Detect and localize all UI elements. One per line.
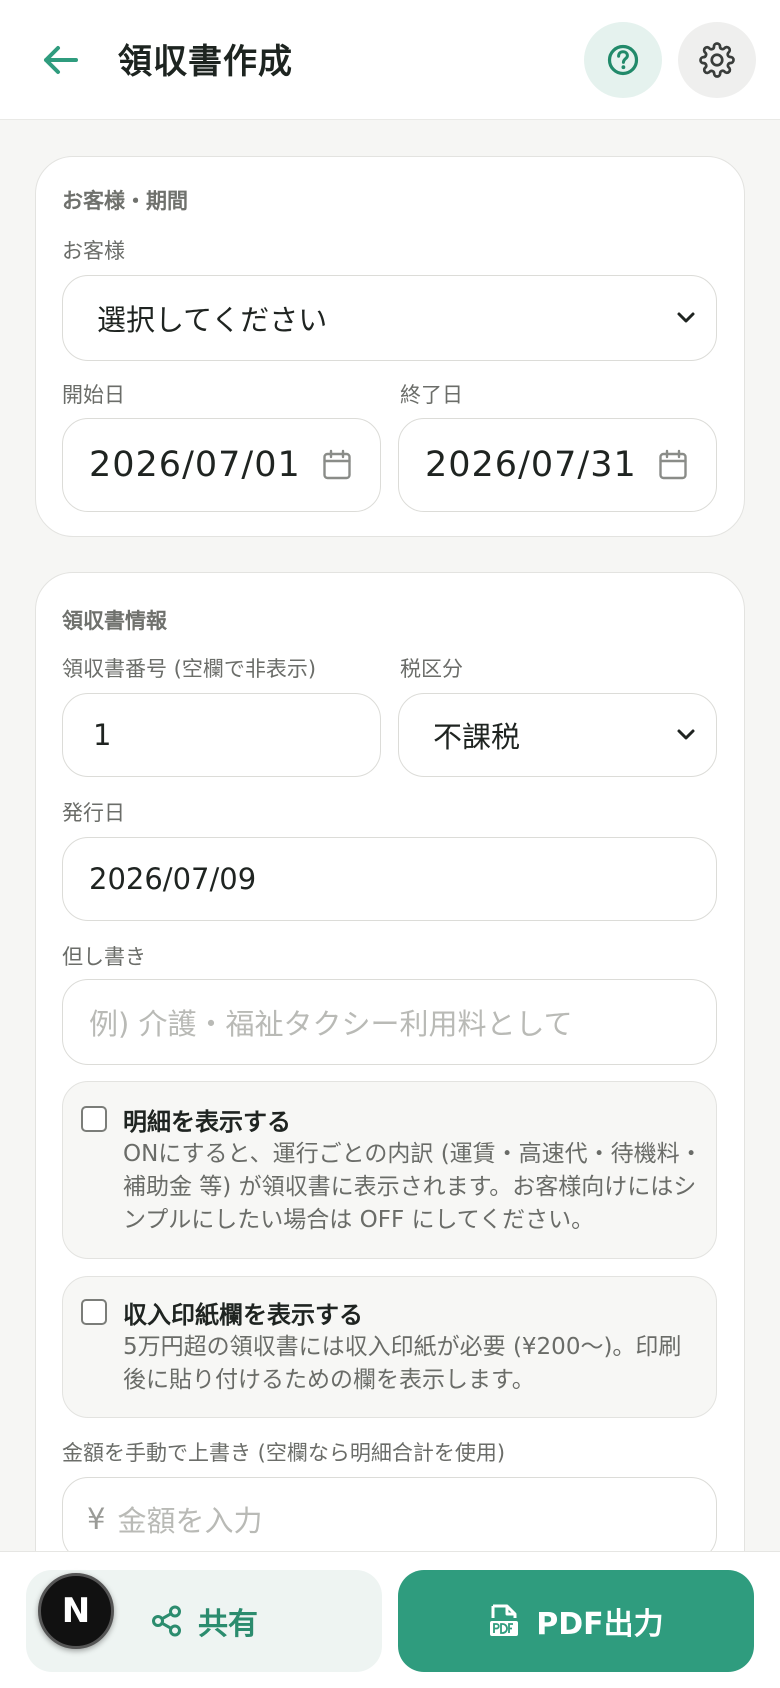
page-title: 領収書作成 <box>118 42 293 82</box>
yen-prefix: ¥ <box>87 1502 106 1536</box>
amount-override-label: 金額を手動で上書き (空欄なら明細合計を使用) <box>62 1441 506 1465</box>
end-date-label: 終了日 <box>400 383 463 407</box>
chevron-down-icon <box>677 312 695 323</box>
end-date-field[interactable]: 2026/07/31 <box>398 418 717 512</box>
help-circle-icon <box>607 44 639 76</box>
start-date-label: 開始日 <box>62 383 125 407</box>
revenue-stamp-option: 収入印紙欄を表示する 5万円超の領収書には収入印紙が必要 (¥200〜)。印刷後… <box>62 1276 717 1418</box>
calendar-icon[interactable] <box>322 449 352 481</box>
tax-category-value: 不課税 <box>433 720 521 754</box>
start-date-value: 2026/07/01 <box>89 445 301 485</box>
customer-label: お客様 <box>62 239 125 263</box>
next-dev-badge[interactable]: N <box>38 1573 114 1649</box>
arrow-left-icon <box>44 46 78 74</box>
customer-period-card: お客様・期間 お客様 選択してください 開始日 2026/07/01 終了日 2… <box>35 156 745 537</box>
issue-date-label: 発行日 <box>62 801 125 825</box>
show-details-description: ONにすると、運行ごとの内訳 (運賃・高速代・待機料・補助金 等) が領収書に表… <box>123 1141 703 1233</box>
issue-date-field[interactable]: 2026/07/09 <box>62 837 717 921</box>
revenue-stamp-title: 収入印紙欄を表示する <box>123 1301 363 1329</box>
amount-placeholder: 金額を入力 <box>117 1504 263 1538</box>
pdf-export-button[interactable]: PDF出力 <box>398 1570 754 1672</box>
share-icon <box>152 1605 181 1637</box>
tax-category-label: 税区分 <box>400 657 463 681</box>
memo-input[interactable]: 例) 介護・福祉タクシー利用料として <box>62 979 717 1065</box>
pdf-file-icon <box>490 1604 519 1636</box>
show-details-checkbox[interactable] <box>81 1106 107 1132</box>
gear-icon <box>699 42 735 78</box>
receipt-number-label: 領収書番号 (空欄で非表示) <box>62 657 317 681</box>
memo-placeholder: 例) 介護・福祉タクシー利用料として <box>89 1007 573 1041</box>
calendar-icon[interactable] <box>658 449 688 481</box>
share-label: 共有 <box>198 1607 258 1642</box>
back-button[interactable] <box>30 30 90 90</box>
tax-category-select[interactable]: 不課税 <box>398 693 717 777</box>
start-date-field[interactable]: 2026/07/01 <box>62 418 381 512</box>
customer-select-value: 選択してください <box>97 303 328 337</box>
bottom-action-bar: 共有 PDF出力 <box>0 1551 780 1688</box>
memo-label: 但し書き <box>62 945 146 969</box>
chevron-down-icon <box>677 729 695 740</box>
revenue-stamp-description: 5万円超の領収書には収入印紙が必要 (¥200〜)。印刷後に貼り付けるための欄を… <box>123 1334 682 1393</box>
settings-button[interactable] <box>678 22 756 98</box>
show-details-option: 明細を表示する ONにすると、運行ごとの内訳 (運賃・高速代・待機料・補助金 等… <box>62 1081 717 1259</box>
amount-override-input[interactable]: ¥ 金額を入力 <box>62 1477 717 1561</box>
app-header: 領収書作成 <box>0 0 780 120</box>
receipt-number-value: 1 <box>93 718 112 752</box>
section-title: お客様・期間 <box>62 189 188 213</box>
section-title: 領収書情報 <box>62 609 167 633</box>
pdf-export-label: PDF出力 <box>536 1607 664 1642</box>
help-button[interactable] <box>584 22 662 98</box>
customer-select[interactable]: 選択してください <box>62 275 717 361</box>
issue-date-value: 2026/07/09 <box>89 862 257 896</box>
revenue-stamp-checkbox[interactable] <box>81 1299 107 1325</box>
show-details-title: 明細を表示する <box>123 1108 291 1136</box>
receipt-info-card: 領収書情報 領収書番号 (空欄で非表示) 1 税区分 不課税 発行日 2026/… <box>35 572 745 1688</box>
end-date-value: 2026/07/31 <box>425 445 637 485</box>
receipt-number-input[interactable]: 1 <box>62 693 381 777</box>
